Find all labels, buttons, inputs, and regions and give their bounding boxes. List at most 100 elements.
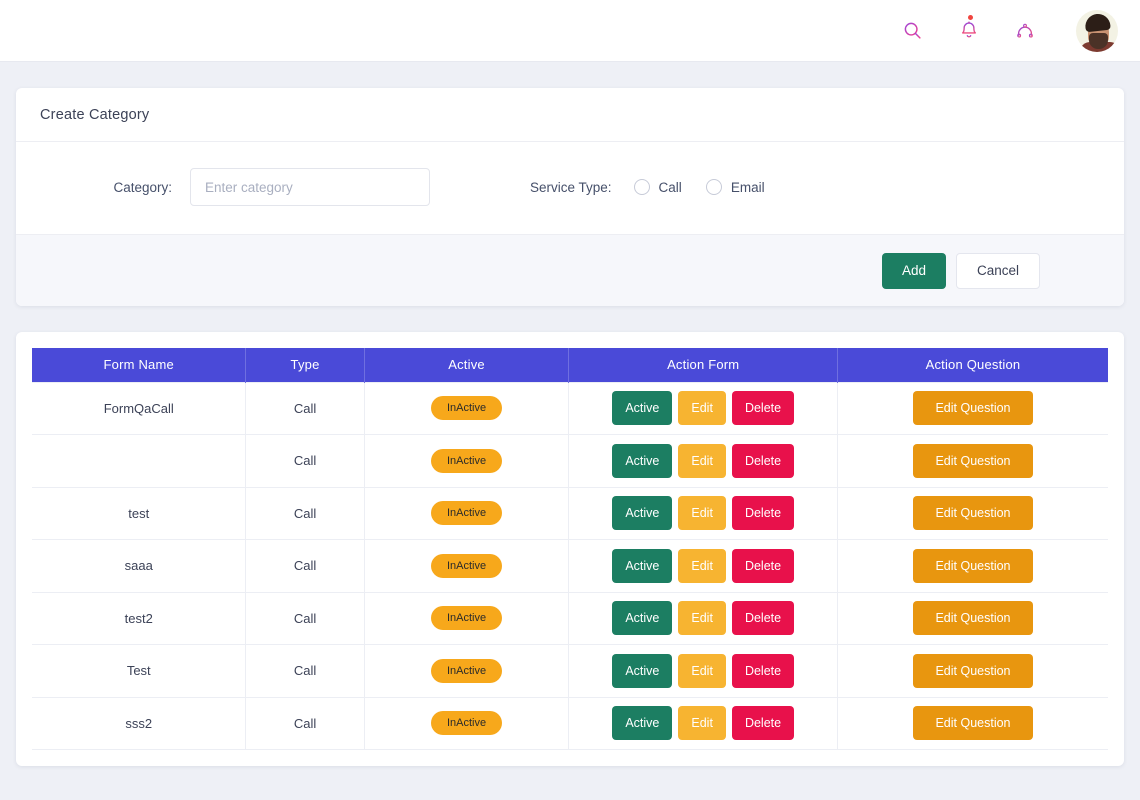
radio-circle-icon: [634, 179, 650, 195]
cancel-button[interactable]: Cancel: [956, 253, 1040, 289]
row-edit-button[interactable]: Edit: [678, 549, 726, 583]
table-header-row: Form Name Type Active Action Form Action…: [32, 348, 1108, 382]
create-category-actions: Add Cancel: [16, 234, 1124, 306]
chat-icon[interactable]: [1008, 14, 1042, 48]
edit-question-button[interactable]: Edit Question: [913, 444, 1032, 478]
status-badge[interactable]: InActive: [431, 606, 502, 630]
row-active-button[interactable]: Active: [612, 601, 672, 635]
radio-label-call: Call: [659, 180, 682, 195]
action-form-button-group: ActiveEditDelete: [569, 706, 836, 740]
cell-action-question: Edit Question: [837, 382, 1108, 435]
cell-action-question: Edit Question: [837, 697, 1108, 750]
row-edit-button[interactable]: Edit: [678, 706, 726, 740]
table-row: CallInActiveActiveEditDeleteEdit Questio…: [32, 435, 1108, 488]
cell-action-question: Edit Question: [837, 487, 1108, 540]
edit-question-button[interactable]: Edit Question: [913, 496, 1032, 530]
cell-action-form: ActiveEditDelete: [569, 697, 837, 750]
row-edit-button[interactable]: Edit: [678, 496, 726, 530]
table-row: saaaCallInActiveActiveEditDeleteEdit Que…: [32, 540, 1108, 593]
row-active-button[interactable]: Active: [612, 654, 672, 688]
row-delete-button[interactable]: Delete: [732, 654, 794, 688]
edit-question-button[interactable]: Edit Question: [913, 601, 1032, 635]
avatar-hair: [1084, 12, 1111, 32]
service-type-label: Service Type:: [530, 180, 612, 195]
row-delete-button[interactable]: Delete: [732, 391, 794, 425]
category-input[interactable]: [190, 168, 430, 206]
cell-type: Call: [246, 382, 364, 435]
cell-type: Call: [246, 697, 364, 750]
create-category-form: Category: Service Type: Call Email: [16, 142, 1124, 234]
cell-action-question: Edit Question: [837, 540, 1108, 593]
edit-question-button[interactable]: Edit Question: [913, 654, 1032, 688]
row-delete-button[interactable]: Delete: [732, 601, 794, 635]
row-delete-button[interactable]: Delete: [732, 549, 794, 583]
cell-active: InActive: [364, 382, 569, 435]
cell-type: Call: [246, 592, 364, 645]
category-label: Category:: [40, 180, 190, 195]
add-button[interactable]: Add: [882, 253, 946, 289]
status-badge[interactable]: InActive: [431, 711, 502, 735]
action-form-button-group: ActiveEditDelete: [569, 549, 836, 583]
row-delete-button[interactable]: Delete: [732, 706, 794, 740]
edit-question-button[interactable]: Edit Question: [913, 391, 1032, 425]
table-row: TestCallInActiveActiveEditDeleteEdit Que…: [32, 645, 1108, 698]
cell-action-form: ActiveEditDelete: [569, 487, 837, 540]
radio-label-email: Email: [731, 180, 765, 195]
column-header-action-question: Action Question: [837, 348, 1108, 382]
action-form-button-group: ActiveEditDelete: [569, 391, 836, 425]
row-delete-button[interactable]: Delete: [732, 444, 794, 478]
row-edit-button[interactable]: Edit: [678, 391, 726, 425]
status-badge[interactable]: InActive: [431, 554, 502, 578]
table-row: test2CallInActiveActiveEditDeleteEdit Qu…: [32, 592, 1108, 645]
notification-dot: [968, 15, 973, 20]
row-active-button[interactable]: Active: [612, 706, 672, 740]
row-active-button[interactable]: Active: [612, 549, 672, 583]
radio-service-call[interactable]: Call: [634, 179, 682, 195]
service-type-group: Service Type: Call Email: [530, 179, 789, 195]
table-row: testCallInActiveActiveEditDeleteEdit Que…: [32, 487, 1108, 540]
table-row: FormQaCallCallInActiveActiveEditDeleteEd…: [32, 382, 1108, 435]
row-delete-button[interactable]: Delete: [732, 496, 794, 530]
status-badge[interactable]: InActive: [431, 501, 502, 525]
table-body: FormQaCallCallInActiveActiveEditDeleteEd…: [32, 382, 1108, 750]
cell-action-form: ActiveEditDelete: [569, 540, 837, 593]
top-bar: [0, 0, 1140, 62]
row-active-button[interactable]: Active: [612, 496, 672, 530]
edit-question-button[interactable]: Edit Question: [913, 549, 1032, 583]
cell-form-name: saaa: [32, 540, 246, 593]
radio-service-email[interactable]: Email: [706, 179, 765, 195]
cell-action-form: ActiveEditDelete: [569, 592, 837, 645]
row-edit-button[interactable]: Edit: [678, 601, 726, 635]
row-edit-button[interactable]: Edit: [678, 654, 726, 688]
status-badge[interactable]: InActive: [431, 659, 502, 683]
row-active-button[interactable]: Active: [612, 391, 672, 425]
page-content: Create Category Category: Service Type: …: [0, 62, 1140, 766]
cell-active: InActive: [364, 487, 569, 540]
cell-action-question: Edit Question: [837, 592, 1108, 645]
page-title: Create Category: [40, 107, 149, 123]
forms-table: Form Name Type Active Action Form Action…: [32, 348, 1108, 750]
action-form-button-group: ActiveEditDelete: [569, 654, 836, 688]
search-icon[interactable]: [896, 14, 930, 48]
column-header-type: Type: [246, 348, 364, 382]
create-category-card: Create Category Category: Service Type: …: [16, 88, 1124, 306]
cell-active: InActive: [364, 592, 569, 645]
edit-question-button[interactable]: Edit Question: [913, 706, 1032, 740]
cell-type: Call: [246, 487, 364, 540]
cell-action-question: Edit Question: [837, 435, 1108, 488]
create-category-header: Create Category: [16, 88, 1124, 142]
table-head: Form Name Type Active Action Form Action…: [32, 348, 1108, 382]
column-header-form-name: Form Name: [32, 348, 246, 382]
row-active-button[interactable]: Active: [612, 444, 672, 478]
cell-active: InActive: [364, 435, 569, 488]
cell-form-name: FormQaCall: [32, 382, 246, 435]
forms-table-card: Form Name Type Active Action Form Action…: [16, 332, 1124, 766]
bell-icon[interactable]: [952, 14, 986, 48]
cell-active: InActive: [364, 645, 569, 698]
status-badge[interactable]: InActive: [431, 449, 502, 473]
status-badge[interactable]: InActive: [431, 396, 502, 420]
avatar[interactable]: [1076, 10, 1118, 52]
row-edit-button[interactable]: Edit: [678, 444, 726, 478]
category-field-row: Category:: [40, 168, 430, 206]
cell-action-form: ActiveEditDelete: [569, 645, 837, 698]
